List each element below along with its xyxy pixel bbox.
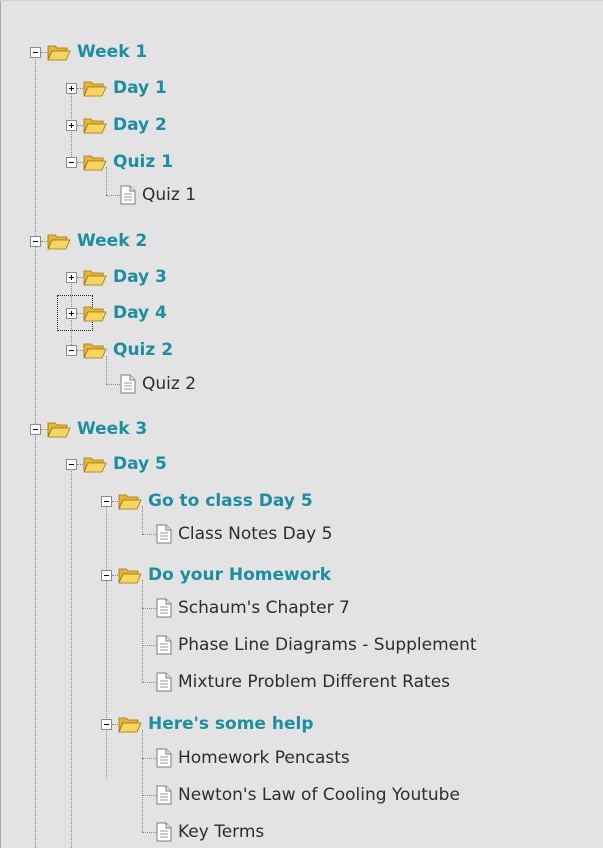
item-label[interactable]: Schaum's Chapter 7 — [178, 598, 350, 618]
open-folder-icon — [118, 494, 142, 510]
tree-connector-line — [35, 436, 36, 848]
collapse-icon[interactable] — [66, 344, 77, 356]
tree-connector — [142, 831, 156, 833]
item-label[interactable]: Key Terms — [178, 822, 264, 842]
tree-folder-heres-some-help[interactable]: Here's some help — [101, 709, 314, 739]
tree-folder-week-2[interactable]: Week 2 — [30, 226, 147, 256]
tree-connector — [142, 757, 156, 759]
tree-connector — [142, 644, 156, 646]
folder-label[interactable]: Do your Homework — [148, 565, 331, 585]
collapse-icon[interactable] — [101, 495, 112, 507]
expand-icon[interactable] — [66, 271, 77, 283]
open-folder-icon — [83, 118, 107, 134]
collapse-icon[interactable] — [101, 569, 112, 581]
document-icon — [156, 672, 172, 692]
item-label[interactable]: Phase Line Diagrams - Supplement — [178, 635, 477, 655]
tree-connector — [142, 794, 156, 796]
tree-folder-week-3[interactable]: Week 3 — [30, 414, 147, 444]
folder-label[interactable]: Day 4 — [113, 303, 167, 323]
folder-label[interactable]: Week 1 — [77, 42, 147, 62]
tree-connector — [106, 194, 120, 196]
tree-connector — [142, 681, 156, 683]
tree-folder-day-3[interactable]: Day 3 — [66, 262, 167, 292]
collapse-icon[interactable] — [30, 46, 41, 58]
document-icon — [120, 374, 136, 394]
open-folder-icon — [118, 717, 142, 733]
tree-item-phase-line-diagrams[interactable]: Phase Line Diagrams - Supplement — [142, 630, 477, 660]
expand-icon[interactable] — [66, 82, 77, 94]
tree-connector — [142, 607, 156, 609]
collapse-icon[interactable] — [66, 156, 77, 168]
item-label[interactable]: Mixture Problem Different Rates — [178, 672, 450, 692]
open-folder-icon — [83, 270, 107, 286]
document-icon — [120, 185, 136, 205]
document-icon — [156, 785, 172, 805]
collapse-icon[interactable] — [101, 718, 112, 730]
tree-item-quiz-1[interactable]: Quiz 1 — [106, 180, 196, 210]
open-folder-icon — [83, 457, 107, 473]
folder-label[interactable]: Day 1 — [113, 78, 167, 98]
folder-label[interactable]: Go to class Day 5 — [148, 491, 313, 511]
document-icon — [156, 748, 172, 768]
expand-icon[interactable] — [66, 307, 77, 319]
collapse-icon[interactable] — [30, 235, 41, 247]
open-folder-icon — [83, 81, 107, 97]
open-folder-icon — [83, 343, 107, 359]
folder-label[interactable]: Day 2 — [113, 115, 167, 135]
tree-folder-day-5[interactable]: Day 5 — [66, 449, 167, 479]
folder-label[interactable]: Quiz 2 — [113, 340, 173, 360]
open-folder-icon — [83, 306, 107, 322]
tree-item-mixture-problem[interactable]: Mixture Problem Different Rates — [142, 667, 450, 697]
tree-folder-do-your-homework[interactable]: Do your Homework — [101, 560, 331, 590]
tree-connector-line — [71, 468, 72, 848]
tree-connector — [106, 383, 120, 385]
document-icon — [156, 822, 172, 842]
open-folder-icon — [47, 422, 71, 438]
tree-item-class-notes[interactable]: Class Notes Day 5 — [142, 519, 332, 549]
outline-tree: Week 1 Day 1 Day 2 Quiz 1 Quiz 1 Week 2 … — [0, 0, 603, 848]
tree-folder-day-1[interactable]: Day 1 — [66, 73, 167, 103]
tree-folder-quiz-2[interactable]: Quiz 2 — [66, 335, 173, 365]
document-icon — [156, 524, 172, 544]
folder-label[interactable]: Here's some help — [148, 714, 314, 734]
tree-item-newtons-law[interactable]: Newton's Law of Cooling Youtube — [142, 780, 460, 810]
tree-item-schaums-chapter[interactable]: Schaum's Chapter 7 — [142, 593, 350, 623]
tree-folder-day-4[interactable]: Day 4 — [66, 298, 167, 328]
item-label[interactable]: Homework Pencasts — [178, 748, 350, 768]
collapse-icon[interactable] — [30, 423, 41, 435]
folder-label[interactable]: Quiz 1 — [113, 152, 173, 172]
item-label[interactable]: Quiz 1 — [142, 185, 196, 205]
tree-item-key-terms[interactable]: Key Terms — [142, 817, 264, 847]
expand-icon[interactable] — [66, 119, 77, 131]
item-label[interactable]: Newton's Law of Cooling Youtube — [178, 785, 460, 805]
tree-item-quiz-2[interactable]: Quiz 2 — [106, 369, 196, 399]
document-icon — [156, 598, 172, 618]
open-folder-icon — [118, 568, 142, 584]
folder-label[interactable]: Week 3 — [77, 419, 147, 439]
tree-folder-quiz-1[interactable]: Quiz 1 — [66, 147, 173, 177]
tree-folder-go-to-class[interactable]: Go to class Day 5 — [101, 486, 313, 516]
tree-folder-day-2[interactable]: Day 2 — [66, 110, 167, 140]
folder-label[interactable]: Day 5 — [113, 454, 167, 474]
folder-label[interactable]: Week 2 — [77, 231, 147, 251]
open-folder-icon — [47, 45, 71, 61]
collapse-icon[interactable] — [66, 458, 77, 470]
document-icon — [156, 635, 172, 655]
tree-item-homework-pencasts[interactable]: Homework Pencasts — [142, 743, 350, 773]
folder-label[interactable]: Day 3 — [113, 267, 167, 287]
item-label[interactable]: Quiz 2 — [142, 374, 196, 394]
tree-connector — [142, 533, 156, 535]
open-folder-icon — [83, 155, 107, 171]
open-folder-icon — [47, 234, 71, 250]
item-label[interactable]: Class Notes Day 5 — [178, 524, 332, 544]
tree-folder-week-1[interactable]: Week 1 — [30, 37, 147, 67]
